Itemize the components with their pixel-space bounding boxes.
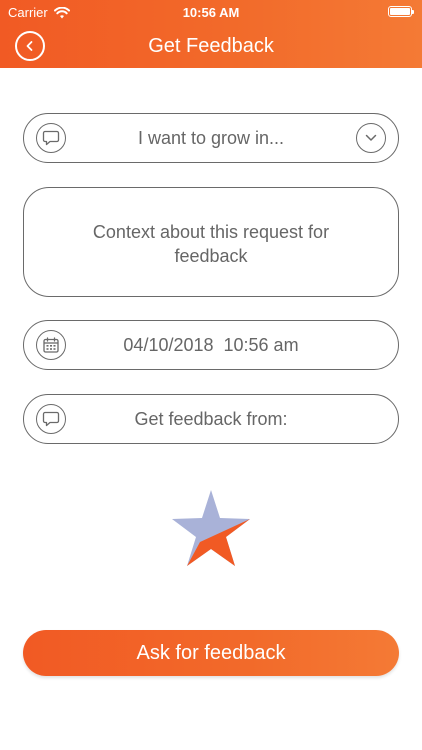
ask-for-feedback-button[interactable]: Ask for feedback (23, 630, 399, 676)
chevron-down-icon[interactable] (356, 123, 386, 153)
battery-icon (388, 6, 414, 17)
context-textarea[interactable]: Context about this request for feedback (23, 187, 399, 297)
ask-for-feedback-label: Ask for feedback (136, 641, 286, 664)
battery-fill (390, 8, 410, 15)
page-title: Get Feedback (148, 35, 274, 57)
grow-area-placeholder: I want to grow in... (137, 128, 285, 148)
date-value: 04/10/2018 10:56 am (123, 335, 299, 355)
context-placeholder: Context about this request for feedback (92, 222, 330, 266)
feedback-from-field[interactable]: Get feedback from: (23, 394, 399, 444)
status-bar: Carrier 10:56 AM (0, 0, 422, 24)
nav-header: Carrier 10:56 AM Get Feedback (0, 0, 422, 68)
grow-area-select[interactable]: I want to grow in... (23, 113, 399, 163)
feedback-from-placeholder: Get feedback from: (134, 409, 288, 429)
star-logo (172, 490, 250, 566)
status-time: 10:56 AM (182, 5, 240, 20)
date-field[interactable]: 04/10/2018 10:56 am (23, 320, 399, 370)
